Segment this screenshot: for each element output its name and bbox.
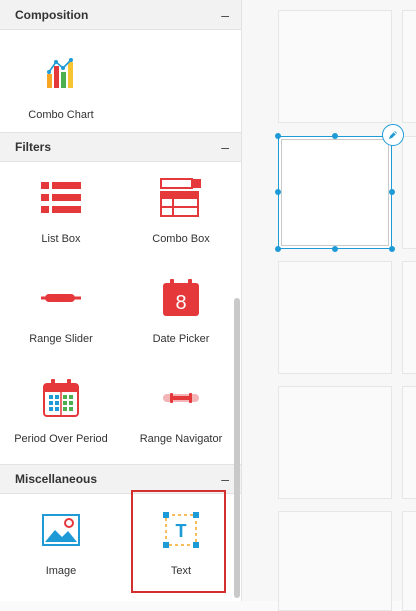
widget-period-over-period[interactable]: Period Over Period xyxy=(1,370,121,470)
widget-image[interactable]: Image xyxy=(1,502,121,601)
canvas-cell[interactable] xyxy=(278,261,392,374)
canvas-cell[interactable] xyxy=(402,136,416,249)
widget-label: Range Navigator xyxy=(139,433,223,445)
widget-label: Combo Box xyxy=(152,233,210,245)
selected-canvas-cell[interactable] xyxy=(278,136,392,249)
widget-range-slider[interactable]: Range Slider xyxy=(1,270,121,370)
section-title: Filters xyxy=(15,140,52,154)
canvas-cell[interactable] xyxy=(402,511,416,611)
canvas-cell[interactable] xyxy=(278,10,392,123)
canvas-cell[interactable] xyxy=(278,511,392,611)
combo-box-icon xyxy=(159,178,203,218)
date-picker-icon: 8 xyxy=(159,278,203,318)
text-widget-highlight xyxy=(131,490,226,593)
widget-combo-box[interactable]: Combo Box xyxy=(121,170,241,270)
canvas-cell[interactable] xyxy=(402,10,416,123)
widget-list-box[interactable]: List Box xyxy=(1,170,121,270)
resize-handle[interactable] xyxy=(275,246,281,252)
widget-panel: Composition – Combo Chart Filters – List… xyxy=(0,0,242,601)
pencil-icon xyxy=(387,129,399,141)
widget-combo-chart[interactable]: Combo Chart xyxy=(1,46,121,146)
widget-label: List Box xyxy=(41,233,81,245)
composition-section-header[interactable]: Composition – xyxy=(0,0,241,30)
resize-handle[interactable] xyxy=(332,246,338,252)
widget-date-picker[interactable]: 8 Date Picker xyxy=(121,270,241,370)
edit-widget-button[interactable] xyxy=(382,124,404,146)
period-over-period-icon xyxy=(39,378,83,418)
date-picker-day: 8 xyxy=(175,292,186,314)
widget-label: Date Picker xyxy=(152,333,210,345)
widget-label: Combo Chart xyxy=(28,109,94,121)
panel-scrollbar-thumb[interactable] xyxy=(234,298,240,598)
resize-handle[interactable] xyxy=(389,246,395,252)
list-box-icon xyxy=(39,178,83,218)
canvas-cell[interactable] xyxy=(278,386,392,499)
widget-label: Range Slider xyxy=(29,333,93,345)
resize-handle[interactable] xyxy=(275,189,281,195)
range-navigator-icon xyxy=(159,378,203,418)
resize-handle[interactable] xyxy=(275,133,281,139)
canvas-cell[interactable] xyxy=(402,386,416,499)
resize-handle[interactable] xyxy=(389,189,395,195)
range-slider-icon xyxy=(39,278,83,318)
filters-section-header[interactable]: Filters – xyxy=(0,132,241,162)
collapse-icon[interactable]: – xyxy=(221,139,229,155)
section-title: Miscellaneous xyxy=(15,472,98,486)
combo-chart-icon xyxy=(39,54,83,94)
resize-handle[interactable] xyxy=(332,133,338,139)
widget-label: Image xyxy=(45,565,77,577)
widget-label: Period Over Period xyxy=(14,433,108,445)
image-icon xyxy=(39,510,83,550)
canvas-cell[interactable] xyxy=(402,261,416,374)
widget-range-navigator[interactable]: Range Navigator xyxy=(121,370,241,470)
section-title: Composition xyxy=(15,7,89,22)
collapse-icon[interactable]: – xyxy=(221,471,229,487)
collapse-icon[interactable]: – xyxy=(221,7,229,23)
selected-cell-inner xyxy=(281,139,389,246)
